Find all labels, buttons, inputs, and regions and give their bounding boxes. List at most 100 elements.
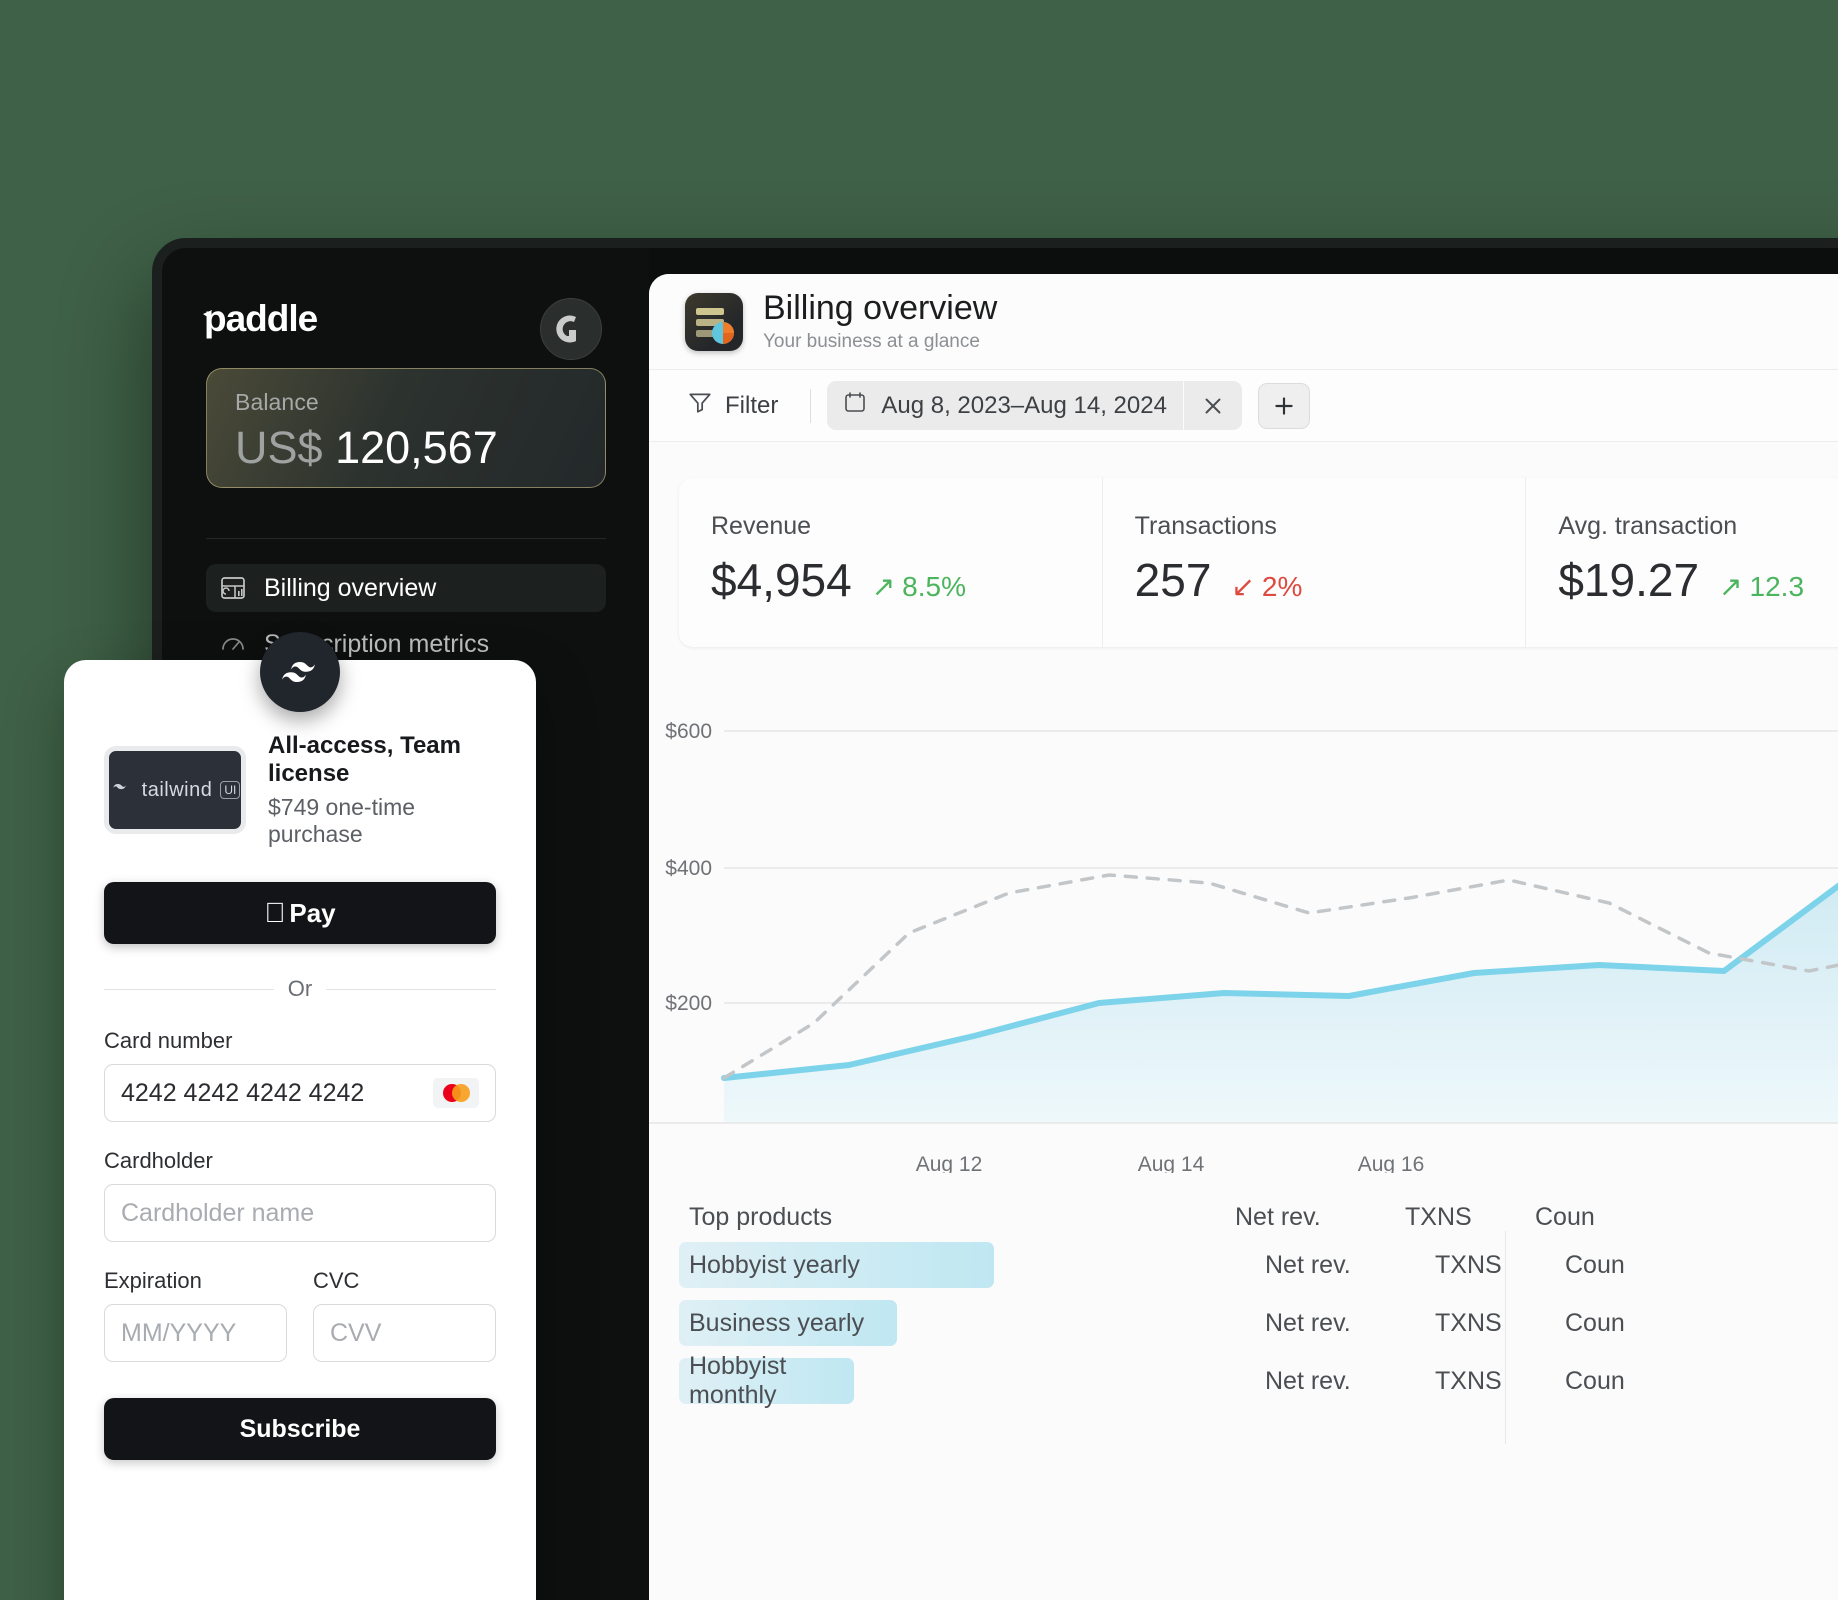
or-divider: Or bbox=[104, 976, 497, 1002]
trend-down-arrow-icon: ↙ bbox=[1231, 571, 1255, 602]
paddle-logo: paddle bbox=[202, 298, 352, 340]
table-header-row: Top products Net rev. TXNS Coun bbox=[679, 1195, 1838, 1242]
stat-label: Transactions bbox=[1134, 512, 1277, 540]
sidebar-item-billing-overview[interactable]: Billing overview bbox=[206, 564, 606, 612]
divider-line-right bbox=[326, 988, 497, 990]
date-range-button[interactable]: Aug 8, 2023–Aug 14, 2024 bbox=[827, 381, 1183, 430]
cvc-input[interactable]: CVV bbox=[313, 1304, 496, 1362]
sidebar-item-label: Billing overview bbox=[264, 573, 437, 602]
filter-toolbar: Filter Aug 8, 2023–Aug 14, 2024 bbox=[649, 370, 1838, 442]
expiration-label: Expiration bbox=[104, 1268, 202, 1293]
balance-label: Balance bbox=[235, 389, 319, 415]
x-tick-label: Aug 12 bbox=[916, 1153, 983, 1173]
stat-delta: ↙ 2% bbox=[1231, 570, 1302, 603]
product-title: All-access, Team license bbox=[268, 732, 461, 787]
sidebar-divider bbox=[206, 538, 606, 539]
apple-pay-label: Pay bbox=[278, 897, 335, 928]
cell-count: Coun bbox=[1565, 1250, 1625, 1279]
trend-up-arrow-icon: ↗ bbox=[1719, 571, 1743, 602]
product-bar: Business yearly bbox=[679, 1300, 897, 1346]
dashboard-header: Billing overview Your business at a glan… bbox=[649, 274, 1838, 370]
y-tick-label: $400 bbox=[665, 857, 712, 880]
stat-value: $4,954 bbox=[711, 554, 852, 606]
table-row[interactable]: Business yearly Net rev. TXNS Coun bbox=[679, 1300, 1838, 1346]
profile-glyph-icon bbox=[556, 315, 576, 343]
trend-up-arrow-icon: ↗ bbox=[871, 571, 896, 602]
subscribe-button[interactable]: Subscribe bbox=[104, 1398, 496, 1460]
stat-card-avg-transaction: Avg. transaction $19.27 ↗ 12.3 bbox=[1526, 478, 1838, 647]
cell-count: Coun bbox=[1565, 1366, 1625, 1395]
cell-net-rev: Net rev. bbox=[1265, 1250, 1351, 1279]
column-header-count: Coun bbox=[1535, 1203, 1595, 1231]
subscribe-label: Subscribe bbox=[239, 1414, 361, 1443]
stat-delta: ↗ 12.3 bbox=[1719, 570, 1804, 603]
product-bar: Hobbyist monthly bbox=[679, 1352, 854, 1409]
stat-card-revenue: Revenue $4,954 ↗ 8.5% bbox=[679, 478, 1103, 647]
cell-txns: TXNS bbox=[1435, 1308, 1502, 1337]
dashboard-panel: Billing overview Your business at a glan… bbox=[649, 274, 1838, 1600]
table-row[interactable]: Hobbyist monthly Net rev. TXNS Coun bbox=[679, 1352, 1838, 1409]
page-title: Billing overview bbox=[763, 289, 998, 328]
apple-pay-button[interactable]:  Pay bbox=[104, 882, 496, 944]
card-number-value: 4242 4242 4242 4242 bbox=[121, 1078, 365, 1107]
cell-txns: TXNS bbox=[1435, 1366, 1502, 1395]
column-header-net-rev: Net rev. bbox=[1235, 1203, 1321, 1231]
y-tick-label: $200 bbox=[665, 992, 712, 1015]
balance-currency: US$ bbox=[235, 422, 323, 473]
balance-amount: 120,567 bbox=[335, 422, 498, 473]
date-range-chip[interactable]: Aug 8, 2023–Aug 14, 2024 bbox=[827, 381, 1242, 430]
product-name: Business yearly bbox=[689, 1308, 865, 1337]
stat-label: Revenue bbox=[711, 512, 812, 540]
apple-logo-icon:  bbox=[264, 899, 285, 927]
filter-button[interactable]: Filter bbox=[679, 383, 794, 428]
clear-date-filter-button[interactable] bbox=[1182, 381, 1242, 430]
cvc-label: CVC bbox=[313, 1268, 360, 1293]
product-price: $749 one-time purchase bbox=[268, 794, 416, 847]
calendar-icon bbox=[843, 390, 867, 421]
plus-icon bbox=[1275, 396, 1293, 415]
card-number-input[interactable]: 4242 4242 4242 4242 bbox=[104, 1064, 496, 1122]
cell-txns: TXNS bbox=[1435, 1250, 1502, 1279]
cardholder-label: Cardholder bbox=[104, 1148, 213, 1173]
gauge-icon bbox=[220, 631, 246, 657]
stat-delta-value: 12.3 bbox=[1749, 570, 1805, 602]
table-row[interactable]: Hobbyist yearly Net rev. TXNS Coun bbox=[679, 1242, 1838, 1288]
cardholder-placeholder: Cardholder name bbox=[121, 1198, 315, 1227]
stat-card-transactions: Transactions 257 ↙ 2% bbox=[1103, 478, 1527, 647]
checkout-card: tailwind UI All-access, Team license $74… bbox=[64, 660, 536, 1600]
toolbar-divider bbox=[810, 388, 812, 423]
cvc-placeholder: CVV bbox=[330, 1318, 382, 1347]
product-thumb-suffix: UI bbox=[220, 781, 241, 799]
filter-label: Filter bbox=[725, 391, 779, 419]
date-range-label: Aug 8, 2023–Aug 14, 2024 bbox=[881, 391, 1167, 419]
tailwind-logo-icon bbox=[260, 632, 340, 712]
x-tick-label: Aug 14 bbox=[1138, 1153, 1205, 1173]
stat-value: $19.27 bbox=[1558, 554, 1700, 606]
cell-count: Coun bbox=[1565, 1308, 1625, 1337]
close-icon bbox=[1205, 398, 1221, 413]
mastercard-icon bbox=[433, 1078, 479, 1108]
stat-delta-value: 8.5% bbox=[902, 570, 966, 602]
product-thumb-label: tailwind bbox=[141, 778, 213, 801]
stat-value: 257 bbox=[1134, 554, 1212, 606]
svg-text:paddle: paddle bbox=[204, 298, 318, 339]
column-header-txns: TXNS bbox=[1405, 1203, 1472, 1231]
divider-line-left bbox=[104, 988, 274, 990]
column-header-top-products: Top products bbox=[689, 1203, 833, 1231]
x-tick-label: Aug 16 bbox=[1358, 1153, 1425, 1173]
page-subtitle: Your business at a glance bbox=[763, 330, 980, 352]
add-filter-button[interactable] bbox=[1257, 382, 1310, 429]
expiration-placeholder: MM/YYYY bbox=[121, 1318, 237, 1347]
product-name: Hobbyist yearly bbox=[689, 1250, 860, 1279]
card-number-label: Card number bbox=[104, 1028, 233, 1053]
dashboard-grid-icon bbox=[220, 575, 246, 601]
avatar[interactable] bbox=[540, 298, 602, 360]
stat-cards: Revenue $4,954 ↗ 8.5% Transactions 257 ↙… bbox=[679, 478, 1838, 647]
balance-card[interactable]: Balance US$ 120,567 bbox=[206, 368, 606, 488]
expiration-input[interactable]: MM/YYYY bbox=[104, 1304, 287, 1362]
tailwind-mark-icon bbox=[112, 784, 126, 790]
product-thumbnail: tailwind UI bbox=[104, 746, 246, 834]
or-label: Or bbox=[287, 976, 313, 1001]
cell-net-rev: Net rev. bbox=[1265, 1308, 1351, 1337]
cardholder-input[interactable]: Cardholder name bbox=[104, 1184, 496, 1242]
